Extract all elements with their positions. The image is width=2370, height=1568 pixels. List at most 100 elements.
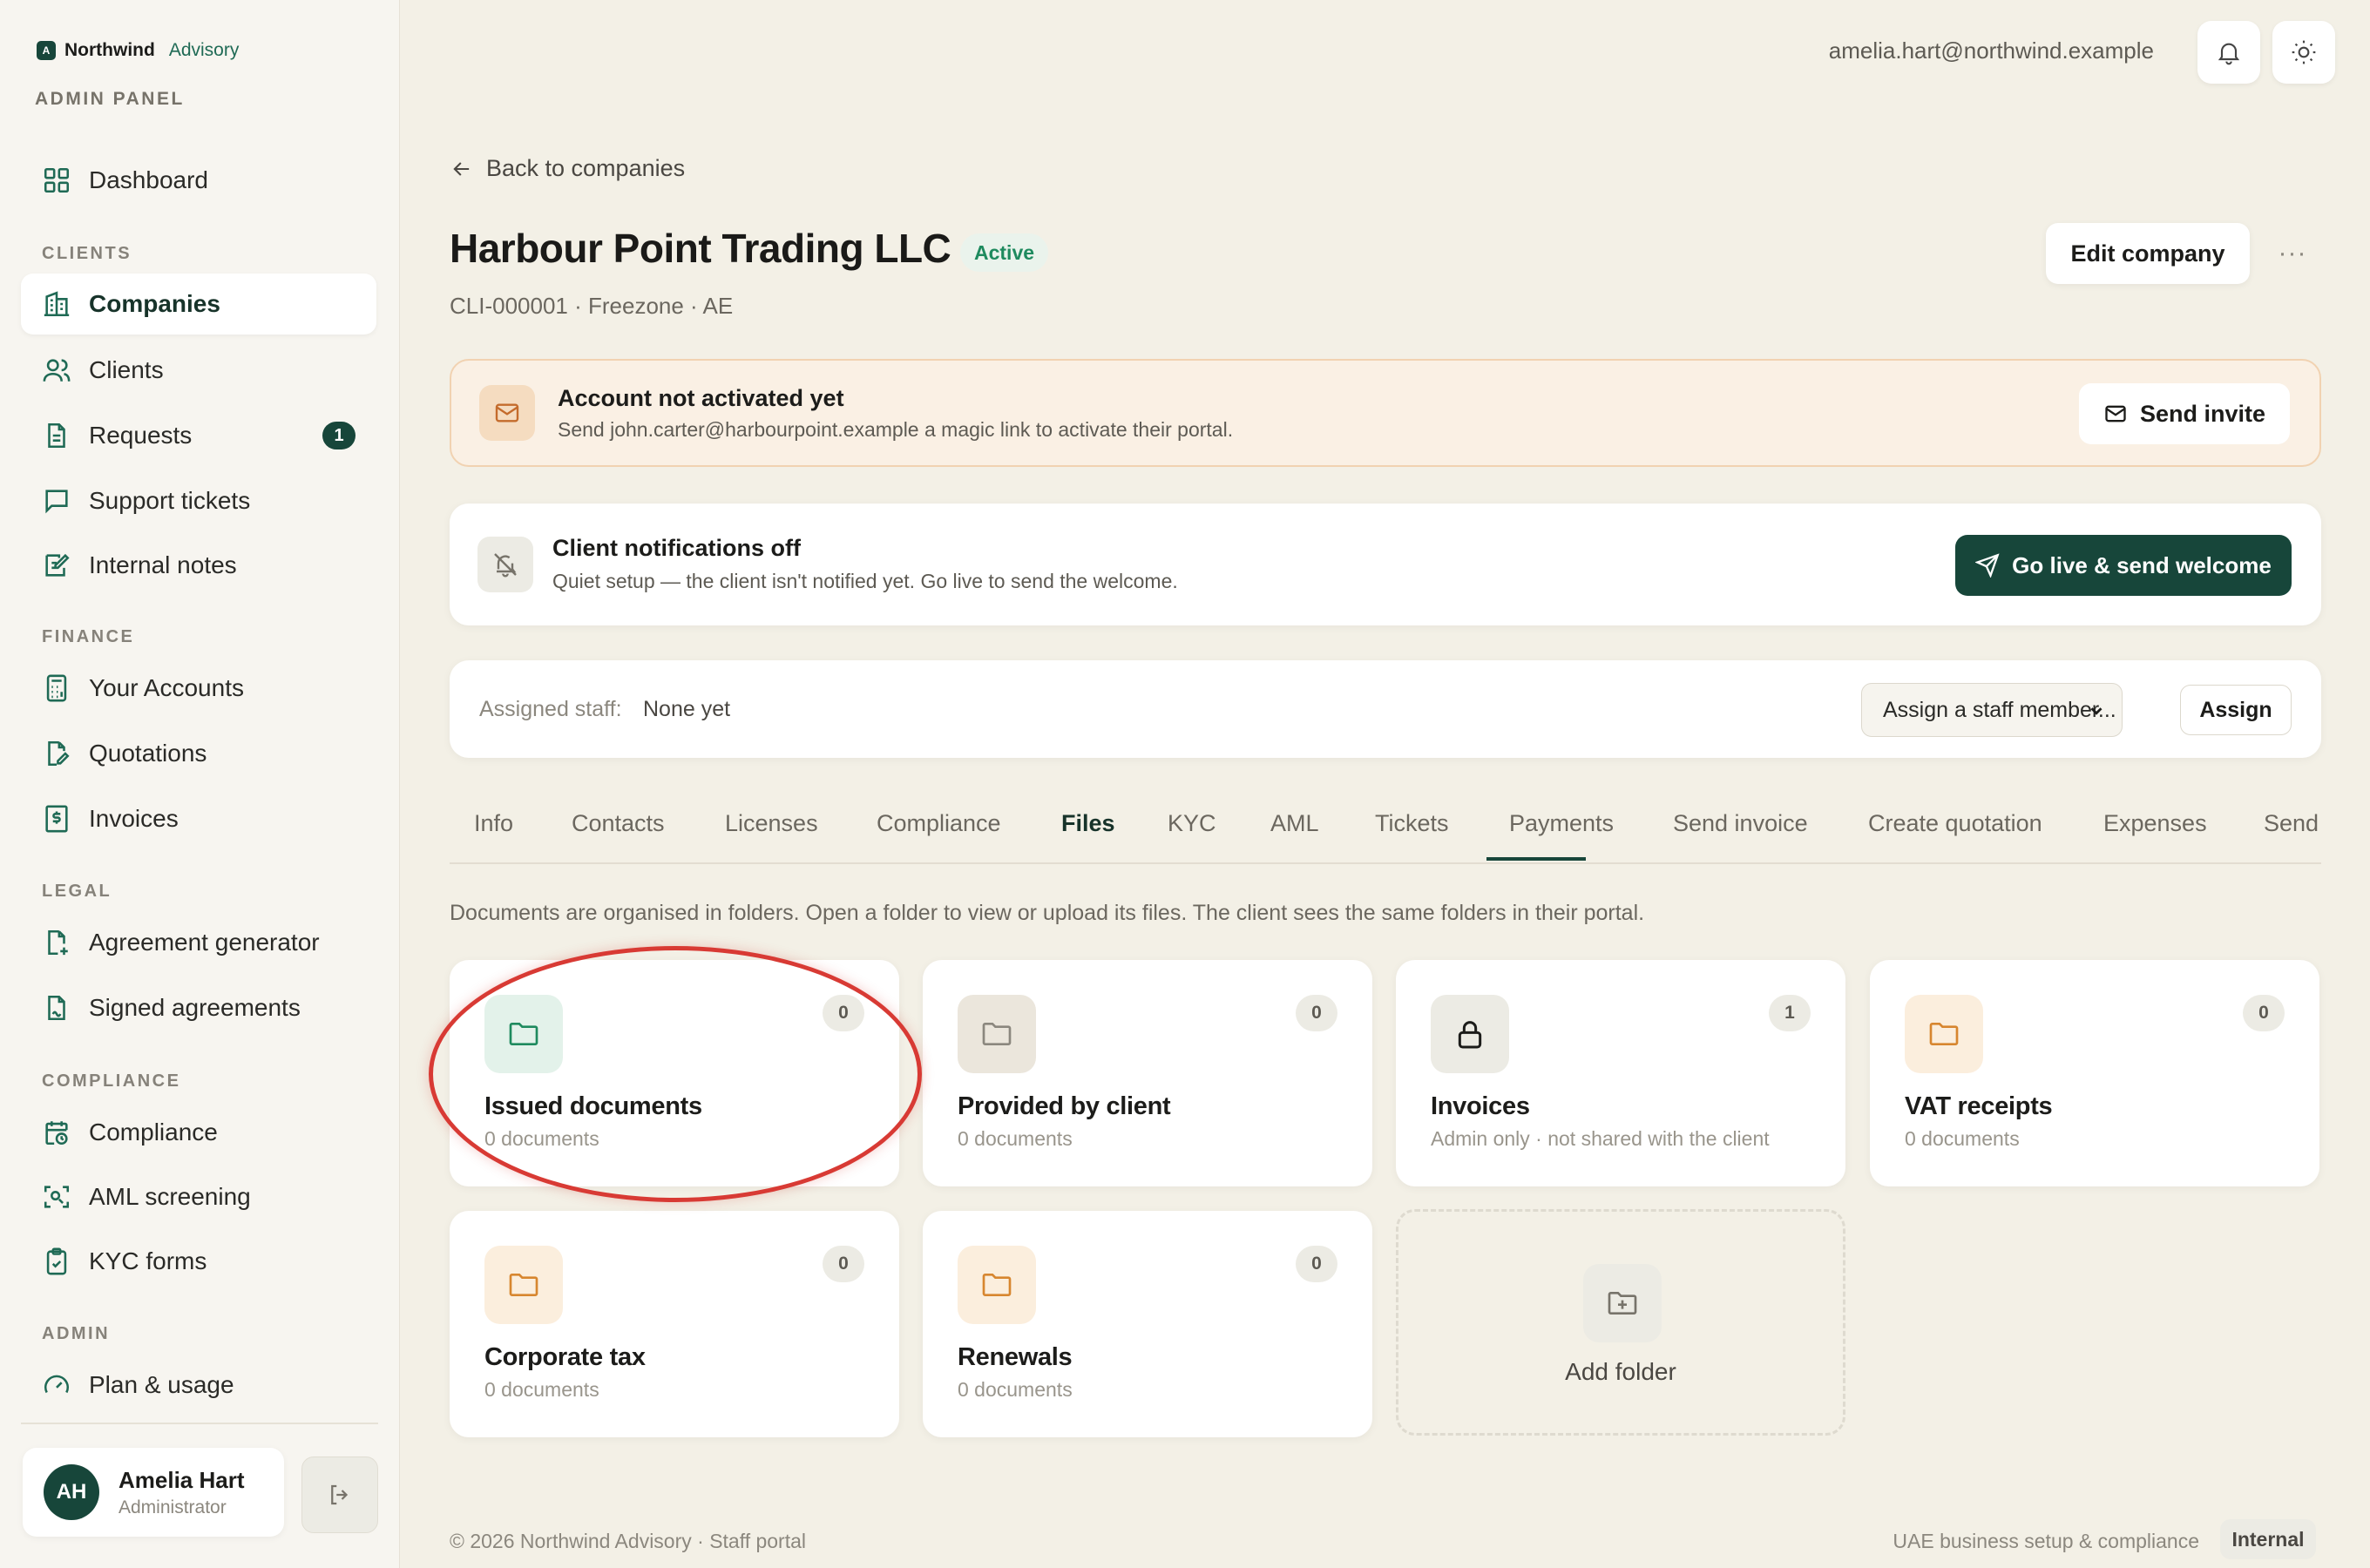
requests-count-badge: 1	[322, 422, 356, 449]
user-name: Amelia Hart	[118, 1466, 245, 1493]
nav-section-legal: LEGAL	[42, 882, 112, 901]
company-tabs: Info Contacts Licenses Compliance Files …	[450, 793, 2321, 864]
folder-icon	[484, 1246, 563, 1324]
tab-expenses[interactable]: Expenses	[2103, 810, 2207, 837]
sidebar-item-quotations[interactable]: Quotations	[21, 723, 376, 784]
banner-text: Quiet setup — the client isn't notified …	[552, 570, 1178, 592]
sidebar-item-label: Quotations	[89, 740, 207, 767]
more-options-button[interactable]: ···	[2269, 230, 2316, 277]
users-icon	[43, 359, 71, 382]
sidebar-item-internal-notes[interactable]: Internal notes	[21, 535, 376, 596]
brand-logo[interactable]: A Northwind Advisory	[37, 40, 239, 61]
sidebar-item-dashboard[interactable]: Dashboard	[21, 150, 376, 211]
client-notifications-banner: Client notifications off Quiet setup — t…	[450, 504, 2321, 625]
tab-contacts[interactable]: Contacts	[572, 810, 665, 837]
user-profile-card[interactable]: AH Amelia Hart Administrator	[23, 1448, 284, 1537]
nav-section-admin: ADMIN	[42, 1324, 111, 1343]
folder-card[interactable]: 0 Renewals 0 documents	[923, 1211, 1372, 1437]
tab-send[interactable]: Send	[2264, 810, 2319, 837]
banner-title: Account not activated yet	[558, 385, 844, 411]
folder-count-badge: 0	[823, 1246, 864, 1282]
sidebar-item-label: Agreement generator	[89, 929, 320, 956]
sidebar-item-invoices[interactable]: Invoices	[21, 788, 376, 849]
tab-compliance[interactable]: Compliance	[877, 810, 1001, 837]
files-description: Documents are organised in folders. Open…	[450, 901, 1645, 925]
folder-count-badge: 1	[1769, 995, 1811, 1031]
folder-card[interactable]: 0 Provided by client 0 documents	[923, 960, 1372, 1186]
sidebar-item-label: Invoices	[89, 805, 179, 832]
theme-toggle-button[interactable]	[2272, 21, 2335, 84]
logout-icon	[331, 1484, 349, 1505]
staff-select-value: Assign a staff member...	[1883, 697, 2116, 722]
sidebar-item-label: Support tickets	[89, 487, 251, 514]
tab-payments[interactable]: Payments	[1509, 810, 1614, 837]
tab-info[interactable]: Info	[474, 810, 513, 837]
back-link-label: Back to companies	[486, 155, 686, 181]
back-to-companies-link[interactable]: Back to companies	[450, 155, 685, 182]
sidebar-item-requests[interactable]: Requests 1	[21, 405, 376, 466]
edit-company-button[interactable]: Edit company	[2046, 223, 2250, 284]
brand-sub: Advisory	[168, 40, 240, 60]
folder-card[interactable]: 1 Invoices Admin only · not shared with …	[1396, 960, 1845, 1186]
tab-kyc[interactable]: KYC	[1168, 810, 1216, 837]
folder-card[interactable]: 0 VAT receipts 0 documents	[1870, 960, 2319, 1186]
clipboard-check-icon	[46, 1247, 67, 1275]
calculator-icon	[46, 674, 67, 702]
document-icon	[48, 422, 65, 449]
assign-button[interactable]: Assign	[2180, 685, 2292, 735]
mail-icon	[479, 385, 535, 441]
sun-icon	[2292, 40, 2316, 64]
tab-licenses[interactable]: Licenses	[725, 810, 818, 837]
sidebar: A Northwind Advisory ADMIN PANEL Dashboa…	[0, 0, 400, 1568]
sidebar-item-signed-agreements[interactable]: Signed agreements	[21, 977, 376, 1038]
logout-button[interactable]	[301, 1456, 378, 1533]
sidebar-item-agreement-generator[interactable]: Agreement generator	[21, 912, 376, 973]
footer-copyright: © 2026 Northwind Advisory · Staff portal	[450, 1530, 807, 1552]
tab-send-invoice[interactable]: Send invoice	[1673, 810, 1808, 837]
lock-icon	[1431, 995, 1509, 1073]
nav-section-finance: FINANCE	[42, 627, 135, 646]
grid-icon	[44, 167, 70, 193]
sidebar-item-plan-usage[interactable]: Plan & usage	[21, 1355, 376, 1416]
calendar-clock-icon	[45, 1121, 68, 1146]
tab-tickets[interactable]: Tickets	[1375, 810, 1449, 837]
sidebar-divider	[21, 1423, 378, 1424]
add-folder-button[interactable]: Add folder	[1396, 1209, 1845, 1436]
mail-icon	[2105, 405, 2126, 422]
sidebar-item-compliance[interactable]: Compliance	[21, 1102, 376, 1163]
brand-name: Northwind	[64, 40, 155, 60]
send-invite-label: Send invite	[2139, 400, 2266, 427]
go-live-label: Go live & send welcome	[2012, 551, 2272, 578]
note-edit-icon	[45, 553, 70, 577]
page-title: Harbour Point Trading LLC	[450, 226, 951, 271]
file-edit-icon	[48, 740, 70, 767]
folder-name: Provided by client	[958, 1092, 1171, 1120]
receipt-dollar-icon	[45, 805, 68, 833]
sidebar-item-your-accounts[interactable]: Your Accounts	[21, 658, 376, 719]
scan-search-icon	[44, 1186, 70, 1208]
sidebar-item-companies[interactable]: Companies	[21, 274, 376, 335]
sidebar-item-label: Companies	[89, 290, 220, 317]
go-live-button[interactable]: Go live & send welcome	[1955, 535, 2292, 596]
sidebar-item-kyc-forms[interactable]: KYC forms	[21, 1231, 376, 1292]
send-icon	[1975, 553, 2000, 578]
tab-files[interactable]: Files	[1061, 810, 1115, 837]
assigned-staff-label: Assigned staff:	[479, 697, 622, 721]
company-meta: CLI-000001 · Freezone · AE	[450, 293, 734, 319]
sidebar-item-support-tickets[interactable]: Support tickets	[21, 470, 376, 531]
folder-card[interactable]: 0 Corporate tax 0 documents	[450, 1211, 899, 1437]
folder-subtitle: 0 documents	[1905, 1127, 2020, 1150]
sidebar-item-clients[interactable]: Clients	[21, 340, 376, 401]
send-invite-button[interactable]: Send invite	[2079, 383, 2290, 444]
sidebar-item-aml-screening[interactable]: AML screening	[21, 1166, 376, 1227]
file-signed-icon	[48, 995, 65, 1021]
admin-panel-label: ADMIN PANEL	[35, 89, 185, 109]
tab-aml[interactable]: AML	[1270, 810, 1319, 837]
assign-staff-card: Assigned staff: None yet Assign a staff …	[450, 660, 2321, 758]
staff-select[interactable]: Assign a staff member...	[1861, 683, 2123, 737]
folder-icon	[1905, 995, 1983, 1073]
folder-plus-icon	[1583, 1264, 1662, 1342]
file-plus-icon	[48, 929, 68, 956]
tab-create-quotation[interactable]: Create quotation	[1868, 810, 2042, 837]
notifications-button[interactable]	[2197, 21, 2260, 84]
